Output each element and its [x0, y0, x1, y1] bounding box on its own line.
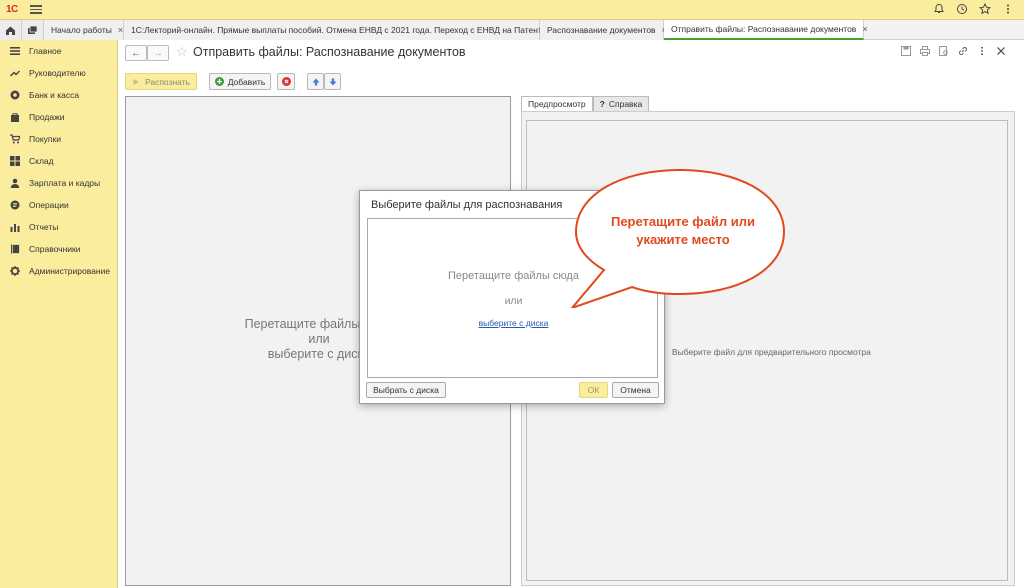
history-icon[interactable] — [956, 3, 968, 15]
book-icon — [11, 244, 20, 254]
link-icon[interactable] — [958, 46, 968, 56]
print-icon[interactable] — [920, 46, 930, 56]
sidebar-item-bank[interactable]: Банк и касса — [0, 84, 118, 106]
delete-button[interactable] — [277, 73, 295, 90]
delete-icon — [281, 77, 291, 86]
save-icon[interactable] — [901, 46, 911, 56]
play-icon — [133, 78, 139, 85]
callout-text: Перетащите файл или укажите место — [588, 213, 778, 249]
sidebar-item-label: Склад — [29, 156, 54, 166]
tab-label: 1С:Лекторий-онлайн. Прямые выплаты пособ… — [131, 25, 544, 35]
tab-preview[interactable]: Предпросмотр — [521, 96, 593, 112]
close-icon[interactable]: × — [118, 25, 123, 35]
preview-tabs: Предпросмотр ? Справка — [521, 96, 650, 112]
tab-preview-label: Предпросмотр — [528, 99, 586, 109]
close-icon[interactable]: × — [862, 24, 867, 34]
warehouse-icon — [10, 156, 20, 166]
sidebar-item-admin[interactable]: Администрирование — [0, 260, 118, 282]
plus-circle-icon — [214, 77, 224, 86]
forward-button[interactable]: → — [147, 45, 169, 61]
tab-label: Отправить файлы: Распознавание документо… — [671, 24, 857, 34]
sidebar-item-main[interactable]: Главное — [0, 40, 118, 62]
sidebar-item-salary[interactable]: Зарплата и кадры — [0, 172, 118, 194]
move-up-button[interactable] — [307, 73, 324, 90]
favorites-icon[interactable] — [978, 2, 992, 15]
app-logo: 1С — [6, 4, 18, 15]
gear-icon — [10, 266, 20, 276]
tab-help-label: Справка — [608, 99, 643, 109]
tab-label: Распознавание документов — [547, 25, 656, 35]
add-button[interactable]: Добавить — [209, 73, 271, 90]
sidebar-item-purchases[interactable]: Покупки — [0, 128, 118, 150]
ok-button[interactable]: ОК — [579, 382, 608, 398]
bell-icon[interactable] — [933, 3, 945, 15]
windows-icon — [28, 25, 38, 34]
sidebar-item-manager[interactable]: Руководителю — [0, 62, 118, 84]
preview-hint: Выберите файл для предварительного просм… — [672, 347, 871, 357]
recognize-label: Распознать — [144, 76, 191, 87]
top-icons — [933, 2, 1014, 15]
favorite-star-icon[interactable]: ☆ — [176, 44, 188, 60]
person-icon — [10, 178, 20, 188]
sidebar-item-reports[interactable]: Отчеты — [0, 216, 118, 238]
recognize-button[interactable]: Распознать — [125, 73, 197, 90]
sidebar-item-sales[interactable]: Продажи — [0, 106, 118, 128]
sidebar-item-label: Продажи — [29, 112, 65, 122]
home-icon — [6, 26, 15, 35]
sidebar-item-references[interactable]: Справочники — [0, 238, 118, 260]
sidebar-item-label: Зарплата и кадры — [29, 178, 101, 188]
sidebar-item-operations[interactable]: Операции — [0, 194, 118, 216]
tabs-bar: Начало работы × 1С:Лекторий-онлайн. Прямы… — [0, 20, 1024, 40]
move-down-button[interactable] — [324, 73, 341, 90]
main-menu-icon[interactable] — [30, 3, 42, 15]
trend-icon — [10, 70, 20, 77]
add-label: Добавить — [227, 76, 266, 87]
close-icon[interactable] — [996, 46, 1006, 56]
sidebar: Главное Руководителю Банк и касса Продаж… — [0, 40, 118, 588]
help-icon: ? — [599, 99, 605, 109]
tab-label: Начало работы — [51, 25, 112, 35]
tab-recognition[interactable]: Распознавание документов× — [540, 20, 667, 40]
sidebar-item-label: Отчеты — [29, 222, 59, 232]
windows-tab[interactable] — [22, 20, 44, 40]
tab-help[interactable]: ? Справка — [592, 96, 650, 112]
search-doc-icon[interactable] — [939, 46, 949, 56]
more-icon[interactable] — [1002, 3, 1014, 15]
chart-icon — [10, 224, 20, 232]
sidebar-item-label: Администрирование — [29, 266, 111, 276]
callout-line1: Перетащите файл или — [610, 214, 756, 229]
bag-icon — [11, 113, 19, 122]
tab-lectorium[interactable]: 1С:Лекторий-онлайн. Прямые выплаты пособ… — [124, 20, 555, 40]
sidebar-item-label: Банк и касса — [29, 90, 80, 100]
cancel-button[interactable]: Отмена — [612, 382, 659, 398]
more-icon[interactable] — [977, 46, 987, 56]
arrow-up-icon — [312, 78, 319, 85]
home-tab[interactable] — [0, 20, 22, 40]
choose-from-disk-button[interactable]: Выбрать с диска — [366, 382, 446, 398]
cart-icon — [10, 134, 20, 144]
form-icons — [901, 46, 1006, 56]
top-bar: 1С — [0, 0, 1024, 20]
dialog-title: Выберите файлы для распознавания — [371, 199, 563, 211]
back-button[interactable]: ← — [125, 45, 147, 61]
choose-from-disk-link[interactable]: выберите с диска — [368, 318, 659, 328]
callout-line2: укажите место — [636, 232, 730, 247]
menu-icon — [10, 47, 20, 55]
sidebar-item-label: Главное — [29, 46, 62, 56]
tab-start[interactable]: Начало работы × — [44, 20, 124, 40]
sidebar-item-label: Операции — [29, 200, 69, 210]
coin-icon — [10, 90, 20, 100]
tab-send-files[interactable]: Отправить файлы: Распознавание документо… — [664, 20, 868, 40]
sidebar-item-warehouse[interactable]: Склад — [0, 150, 118, 172]
page-title: Отправить файлы: Распознавание документо… — [193, 45, 466, 59]
operations-icon — [10, 200, 20, 210]
sidebar-item-label: Покупки — [29, 134, 61, 144]
sidebar-item-label: Руководителю — [29, 68, 86, 78]
sidebar-item-label: Справочники — [29, 244, 81, 254]
arrow-down-icon — [329, 78, 336, 85]
